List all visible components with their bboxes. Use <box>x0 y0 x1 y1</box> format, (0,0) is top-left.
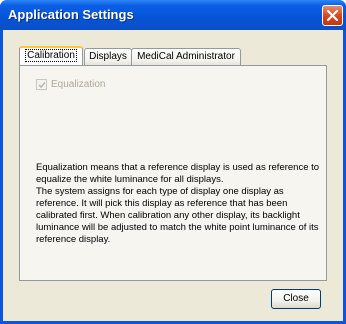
close-icon <box>326 9 339 22</box>
tab-medical-administrator[interactable]: MediCal Administrator <box>131 48 241 65</box>
equalization-checkbox[interactable] <box>36 79 47 90</box>
checkmark-icon <box>38 82 46 89</box>
title-bar[interactable]: Application Settings <box>0 0 346 30</box>
application-settings-window: Application Settings Calibration Display… <box>0 0 346 324</box>
window-close-button[interactable] <box>322 5 343 26</box>
window-title: Application Settings <box>8 7 134 22</box>
description-paragraph: The system assigns for each type of disp… <box>36 186 319 245</box>
description-paragraph: Equalization means that a reference disp… <box>36 162 320 185</box>
calibration-tab-panel: Equalization Equalization means that a r… <box>19 65 327 281</box>
tab-displays[interactable]: Displays <box>84 48 132 65</box>
tab-medical-administrator-label: MediCal Administrator <box>137 51 235 62</box>
tab-calibration[interactable]: Calibration <box>19 46 83 65</box>
tab-displays-label: Displays <box>89 51 127 62</box>
dialog-client-area: Calibration Displays MediCal Administrat… <box>3 30 343 321</box>
equalization-description: Equalization means that a reference disp… <box>36 162 326 246</box>
equalization-label: Equalization <box>51 79 106 90</box>
tab-calibration-label: Calibration <box>25 49 77 62</box>
close-button[interactable]: Close <box>271 289 321 309</box>
